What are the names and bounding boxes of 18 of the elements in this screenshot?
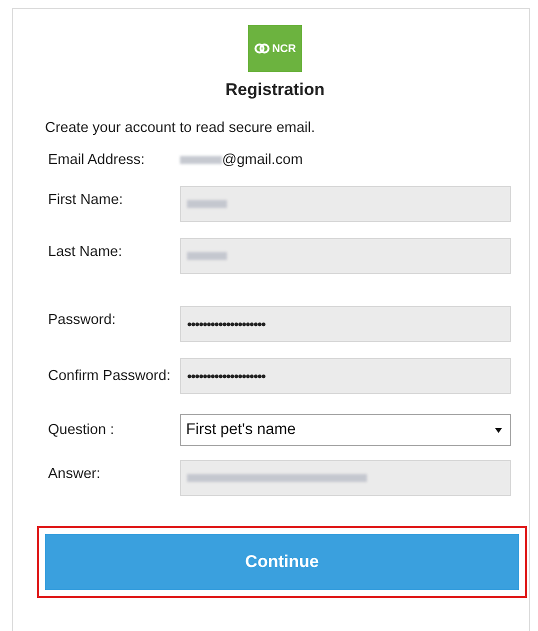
input-field[interactable] xyxy=(180,238,511,274)
field-label: Email Address: xyxy=(48,152,146,168)
field-label: Last Name: xyxy=(48,243,124,260)
page-title: Registration xyxy=(225,80,325,100)
input-field[interactable] xyxy=(180,460,511,496)
email-value: @gmail.com xyxy=(180,150,511,170)
password-field[interactable]: •••••••••••••••••••• xyxy=(180,358,511,394)
question-dropdown[interactable]: First pet's name xyxy=(180,414,511,446)
password-field[interactable]: •••••••••••••••••••• xyxy=(180,306,511,342)
caret-icon xyxy=(495,428,502,432)
logo: NCR xyxy=(248,25,302,72)
intro-text: Create your account to read secure email. xyxy=(45,120,316,136)
field-label: Password: xyxy=(48,311,117,328)
input-field[interactable] xyxy=(180,186,511,222)
field-label: First Name: xyxy=(48,191,124,208)
field-label: Confirm Password: xyxy=(48,368,172,384)
field-label: Question : xyxy=(48,422,116,438)
field-label: Answer: xyxy=(48,465,102,482)
